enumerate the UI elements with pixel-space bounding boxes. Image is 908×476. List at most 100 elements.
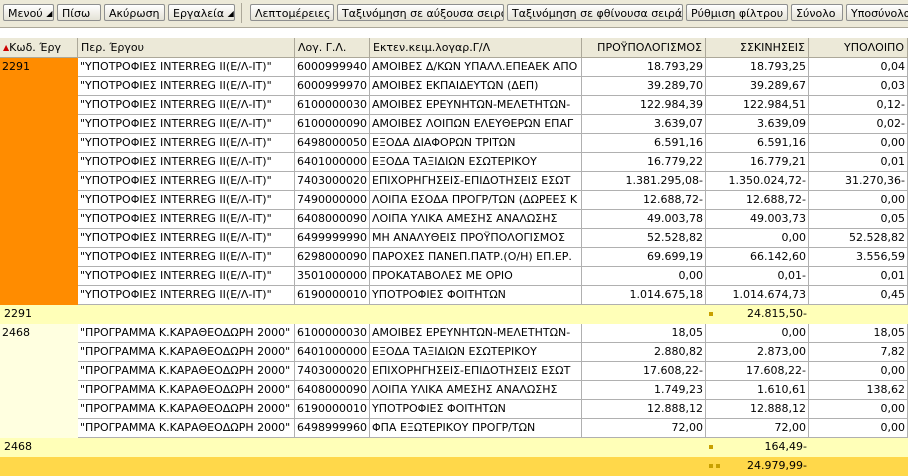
account-text[interactable]: ΛΟΙΠΑ ΥΛΙΚΑ ΑΜΕΣΗΣ ΑΝΑΛΩΣΗΣ <box>370 381 582 400</box>
movements-value[interactable]: 39.289,67 <box>706 77 809 96</box>
movements-value[interactable]: 3.639,09 <box>706 115 809 134</box>
table-row[interactable]: "ΥΠΟΤΡΟΦΙΕΣ INTERREG II(Ε/Λ-ΙΤ)" 74900000… <box>0 191 908 210</box>
movements-value[interactable]: 1.014.674,73 <box>706 286 809 305</box>
project-description[interactable]: "ΥΠΟΤΡΟΦΙΕΣ INTERREG II(Ε/Λ-ΙΤ)" <box>78 286 295 305</box>
project-description[interactable]: "ΥΠΟΤΡΟΦΙΕΣ INTERREG II(Ε/Λ-ΙΤ)" <box>78 248 295 267</box>
table-row[interactable]: "ΠΡΟΓΡΑΜΜΑ Κ.ΚΑΡΑΘΕΟΔΩΡΗ 2000" 6190000010… <box>0 400 908 419</box>
project-description[interactable]: "ΠΡΟΓΡΑΜΜΑ Κ.ΚΑΡΑΘΕΟΔΩΡΗ 2000" <box>78 400 295 419</box>
project-description[interactable]: "ΥΠΟΤΡΟΦΙΕΣ INTERREG II(Ε/Λ-ΙΤ)" <box>78 77 295 96</box>
remaining-value[interactable]: 18,05 <box>809 324 908 343</box>
account-code[interactable]: 6000999970 <box>295 77 370 96</box>
remaining-value[interactable]: 3.556,59 <box>809 248 908 267</box>
account-text[interactable]: ΑΜΟΙΒΕΣ ΕΡΕΥΝΗΤΩΝ-ΜΕΛΕΤΗΤΩΝ- <box>370 96 582 115</box>
project-description[interactable]: "ΠΡΟΓΡΑΜΜΑ Κ.ΚΑΡΑΘΕΟΔΩΡΗ 2000" <box>78 343 295 362</box>
table-row[interactable]: "ΠΡΟΓΡΑΜΜΑ Κ.ΚΑΡΑΘΕΟΔΩΡΗ 2000" 6498999960… <box>0 419 908 438</box>
project-description[interactable]: "ΠΡΟΓΡΑΜΜΑ Κ.ΚΑΡΑΘΕΟΔΩΡΗ 2000" <box>78 362 295 381</box>
column-header-budget[interactable]: ΠΡΟΫΠΟΛΟΓΙΣΜΟΣ <box>582 38 706 58</box>
account-text[interactable]: ΑΜΟΙΒΕΣ Δ/ΚΩΝ ΥΠΑΛΛ.ΕΠΕΑΕΚ ΑΠΟ <box>370 58 582 77</box>
project-description[interactable]: "ΠΡΟΓΡΑΜΜΑ Κ.ΚΑΡΑΘΕΟΔΩΡΗ 2000" <box>78 324 295 343</box>
movements-value[interactable]: 0,00 <box>706 324 809 343</box>
account-code[interactable]: 6100000030 <box>295 96 370 115</box>
remaining-value[interactable]: 138,62 <box>809 381 908 400</box>
project-description[interactable]: "ΥΠΟΤΡΟΦΙΕΣ INTERREG II(Ε/Λ-ΙΤ)" <box>78 96 295 115</box>
back-button[interactable]: Πίσω <box>57 4 101 21</box>
column-header-account-text[interactable]: Εκτεν.κειμ.λογαρ.Γ/Λ <box>370 38 582 58</box>
sort-ascending-button[interactable]: Ταξινόμηση σε αύξουσα σειρά <box>337 4 504 21</box>
account-code[interactable]: 6498000050 <box>295 134 370 153</box>
table-row[interactable]: "ΥΠΟΤΡΟΦΙΕΣ INTERREG II(Ε/Λ-ΙΤ)" 60009999… <box>0 77 908 96</box>
movements-value[interactable]: 2.873,00 <box>706 343 809 362</box>
budget-value[interactable]: 69.699,19 <box>582 248 706 267</box>
budget-value[interactable]: 18.793,29 <box>582 58 706 77</box>
remaining-value[interactable]: 7,82 <box>809 343 908 362</box>
account-code[interactable]: 6408000090 <box>295 381 370 400</box>
table-row[interactable]: "ΥΠΟΤΡΟΦΙΕΣ INTERREG II(Ε/Λ-ΙΤ)" 64980000… <box>0 134 908 153</box>
column-header-account[interactable]: Λογ. Γ.Λ. <box>295 38 370 58</box>
account-text[interactable]: ΛΟΙΠΑ ΥΛΙΚΑ ΑΜΕΣΗΣ ΑΝΑΛΩΣΗΣ <box>370 210 582 229</box>
remaining-value[interactable]: 0,00 <box>809 134 908 153</box>
budget-value[interactable]: 12.888,12 <box>582 400 706 419</box>
account-code[interactable]: 6498999960 <box>295 419 370 438</box>
budget-value[interactable]: 122.984,39 <box>582 96 706 115</box>
table-row[interactable]: "ΠΡΟΓΡΑΜΜΑ Κ.ΚΑΡΑΘΕΟΔΩΡΗ 2000" 6100000030… <box>0 324 908 343</box>
table-row[interactable]: "ΥΠΟΤΡΟΦΙΕΣ INTERREG II(Ε/Λ-ΙΤ)" 35010000… <box>0 267 908 286</box>
table-row[interactable]: "ΠΡΟΓΡΑΜΜΑ Κ.ΚΑΡΑΘΕΟΔΩΡΗ 2000" 6408000090… <box>0 381 908 400</box>
movements-value[interactable]: 18.793,25 <box>706 58 809 77</box>
budget-value[interactable]: 2.880,82 <box>582 343 706 362</box>
movements-value[interactable]: 12.888,12 <box>706 400 809 419</box>
account-code[interactable]: 6401000000 <box>295 153 370 172</box>
account-code[interactable]: 3501000000 <box>295 267 370 286</box>
account-code[interactable]: 6298000090 <box>295 248 370 267</box>
movements-value[interactable]: 49.003,73 <box>706 210 809 229</box>
account-code[interactable]: 6000999940 <box>295 58 370 77</box>
project-description[interactable]: "ΥΠΟΤΡΟΦΙΕΣ INTERREG II(Ε/Λ-ΙΤ)" <box>78 210 295 229</box>
remaining-value[interactable]: 0,00 <box>809 191 908 210</box>
budget-value[interactable]: 16.779,22 <box>582 153 706 172</box>
account-text[interactable]: ΕΠΙΧΟΡΗΓΗΣΕΙΣ-ΕΠΙΔΟΤΗΣΕΙΣ ΕΣΩΤ <box>370 362 582 381</box>
budget-value[interactable]: 0,00 <box>582 267 706 286</box>
account-text[interactable]: ΑΜΟΙΒΕΣ ΕΡΕΥΝΗΤΩΝ-ΜΕΛΕΤΗΤΩΝ- <box>370 324 582 343</box>
filter-settings-button[interactable]: Ρύθμιση φίλτρου <box>686 4 788 21</box>
movements-value[interactable]: 0,01- <box>706 267 809 286</box>
project-description[interactable]: "ΥΠΟΤΡΟΦΙΕΣ INTERREG II(Ε/Λ-ΙΤ)" <box>78 153 295 172</box>
table-row[interactable]: "ΥΠΟΤΡΟΦΙΕΣ INTERREG II(Ε/Λ-ΙΤ)" 61000000… <box>0 115 908 134</box>
tools-button[interactable]: Εργαλεία ◢ <box>168 4 235 21</box>
account-code[interactable]: 7403000020 <box>295 172 370 191</box>
budget-value[interactable]: 1.014.675,18 <box>582 286 706 305</box>
project-code-cell[interactable]: 2468 <box>0 324 78 438</box>
table-row[interactable]: "ΥΠΟΤΡΟΦΙΕΣ INTERREG II(Ε/Λ-ΙΤ)" 64080000… <box>0 210 908 229</box>
remaining-value[interactable]: 31.270,36- <box>809 172 908 191</box>
remaining-value[interactable]: 0,12- <box>809 96 908 115</box>
account-code[interactable]: 6100000030 <box>295 324 370 343</box>
budget-value[interactable]: 6.591,16 <box>582 134 706 153</box>
remaining-value[interactable]: 0,00 <box>809 400 908 419</box>
movements-value[interactable]: 16.779,21 <box>706 153 809 172</box>
account-code[interactable]: 7490000000 <box>295 191 370 210</box>
table-row[interactable]: "ΥΠΟΤΡΟΦΙΕΣ INTERREG II(Ε/Λ-ΙΤ)" 74030000… <box>0 172 908 191</box>
movements-value[interactable]: 12.688,72- <box>706 191 809 210</box>
remaining-value[interactable]: 0,05 <box>809 210 908 229</box>
budget-value[interactable]: 39.289,70 <box>582 77 706 96</box>
movements-value[interactable]: 66.142,60 <box>706 248 809 267</box>
table-row[interactable]: "ΥΠΟΤΡΟΦΙΕΣ INTERREG II(Ε/Λ-ΙΤ)" 64010000… <box>0 153 908 172</box>
account-text[interactable]: ΠΑΡΟΧΕΣ ΠΑΝΕΠ.ΠΑΤΡ.(Ο/Η) ΕΠ.ΕΡ. <box>370 248 582 267</box>
account-code[interactable]: 6408000090 <box>295 210 370 229</box>
movements-value[interactable]: 6.591,16 <box>706 134 809 153</box>
movements-value[interactable]: 1.350.024,72- <box>706 172 809 191</box>
table-row[interactable]: "ΥΠΟΤΡΟΦΙΕΣ INTERREG II(Ε/Λ-ΙΤ)" 60009999… <box>0 58 908 77</box>
table-row[interactable]: "ΥΠΟΤΡΟΦΙΕΣ INTERREG II(Ε/Λ-ΙΤ)" 61900000… <box>0 286 908 305</box>
account-text[interactable]: ΦΠΑ ΕΞΩΤΕΡΙΚΟΥ ΠΡΟΓΡ/ΤΩΝ <box>370 419 582 438</box>
budget-value[interactable]: 17.608,22- <box>582 362 706 381</box>
project-description[interactable]: "ΥΠΟΤΡΟΦΙΕΣ INTERREG II(Ε/Λ-ΙΤ)" <box>78 191 295 210</box>
column-header-description[interactable]: Περ. Έργου <box>78 38 295 58</box>
remaining-value[interactable]: 0,02- <box>809 115 908 134</box>
sort-descending-button[interactable]: Ταξινόμηση σε φθίνουσα σειρά <box>507 4 683 21</box>
account-text[interactable]: ΑΜΟΙΒΕΣ ΕΚΠΑΙΔΕΥΤΩΝ (ΔΕΠ) <box>370 77 582 96</box>
remaining-value[interactable]: 0,04 <box>809 58 908 77</box>
movements-value[interactable]: 122.984,51 <box>706 96 809 115</box>
remaining-value[interactable]: 0,01 <box>809 153 908 172</box>
account-text[interactable]: ΕΞΟΔΑ ΤΑΞΙΔΙΩΝ ΕΣΩΤΕΡΙΚΟΥ <box>370 153 582 172</box>
budget-value[interactable]: 72,00 <box>582 419 706 438</box>
movements-value[interactable]: 17.608,22- <box>706 362 809 381</box>
budget-value[interactable]: 1.381.295,08- <box>582 172 706 191</box>
